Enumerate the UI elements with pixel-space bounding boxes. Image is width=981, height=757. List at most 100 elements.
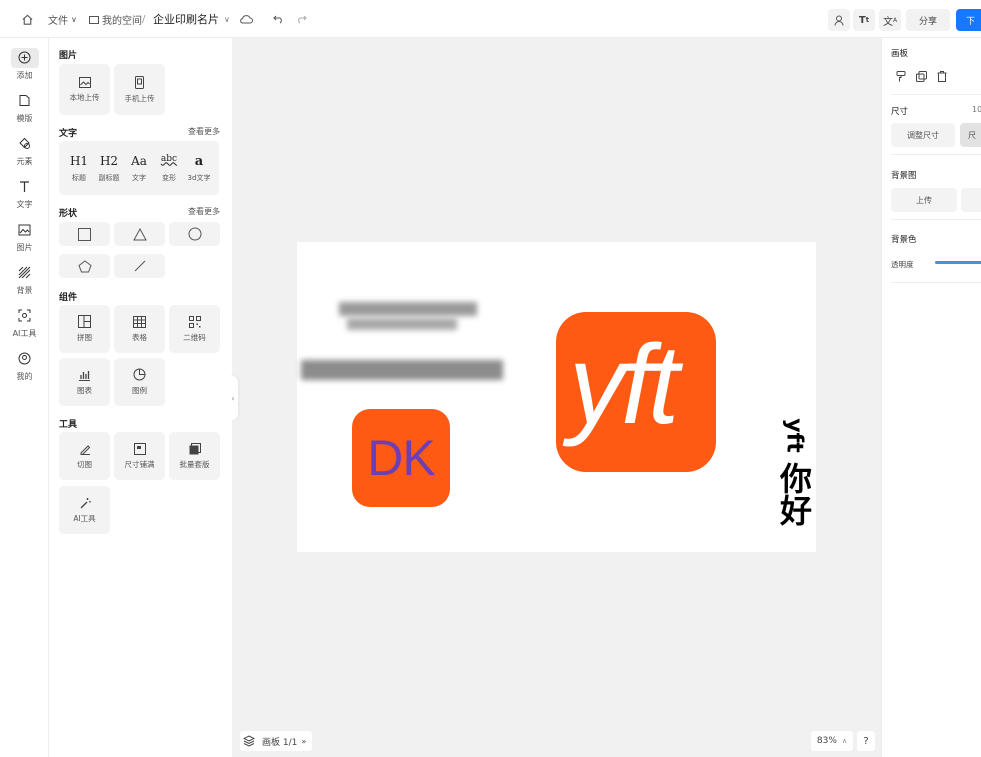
- rail-label: AI工具: [12, 328, 37, 338]
- chevron-down-icon: ∨: [224, 14, 230, 24]
- triangle-shape[interactable]: [114, 222, 165, 246]
- zoom-control[interactable]: 83% ∧: [811, 731, 853, 751]
- fit-size-button[interactable]: 尺寸铺满: [114, 432, 165, 480]
- section-title-tool: 工具: [59, 420, 78, 430]
- text-preset-subheading[interactable]: H2 副标题: [94, 141, 124, 195]
- background-icon: [11, 263, 39, 283]
- size-option-button[interactable]: 尺: [960, 123, 981, 147]
- opacity-slider[interactable]: [935, 261, 981, 264]
- chevron-down-icon: ∨: [71, 14, 77, 24]
- rail-label: 添加: [16, 70, 33, 80]
- qrcode-button[interactable]: 二维码: [169, 305, 220, 353]
- artboard[interactable]: DK yft yft 你好: [297, 242, 816, 552]
- see-more-shape-link[interactable]: 查看更多: [188, 206, 220, 217]
- doc-title[interactable]: 企业印刷名片 ∨: [153, 0, 230, 38]
- tile-label: 二维码: [183, 332, 206, 342]
- vertical-latin-text: yft: [781, 417, 807, 453]
- rail-item-add[interactable]: 添加: [0, 44, 49, 84]
- chart-button[interactable]: 图表: [59, 358, 110, 406]
- text-preset-body[interactable]: Aa 文字: [124, 141, 154, 195]
- size-value: 10: [972, 105, 981, 114]
- see-more-text-link[interactable]: 查看更多: [188, 126, 220, 137]
- rail-item-template[interactable]: 模版: [0, 87, 49, 127]
- file-menu[interactable]: 文件 ∨: [48, 0, 77, 38]
- rail-item-elements[interactable]: 元素: [0, 130, 49, 170]
- size-title: 尺寸: [891, 107, 909, 117]
- background-option-button[interactable]: [961, 188, 981, 212]
- circle-shape[interactable]: [169, 222, 220, 246]
- legend-button[interactable]: 图例: [114, 358, 165, 406]
- text-icon: [11, 177, 39, 197]
- top-bar: 文件 ∨ 我的空间 / 企业印刷名片 ∨ Tt 文A 分享 下: [0, 0, 981, 38]
- my-space-link[interactable]: 我的空间: [89, 0, 142, 38]
- tile-label: 手机上传: [124, 93, 155, 103]
- rail-item-background[interactable]: 背景: [0, 259, 49, 299]
- layers-icon: [243, 735, 255, 747]
- yft-logo[interactable]: yft: [556, 312, 716, 472]
- collapse-panel-handle[interactable]: ‹: [228, 376, 238, 420]
- redo-icon[interactable]: [296, 0, 307, 38]
- table-button[interactable]: 表格: [114, 305, 165, 353]
- rail-item-text[interactable]: 文字: [0, 173, 49, 213]
- cloud-save-icon[interactable]: [239, 0, 253, 38]
- doc-title-label: 企业印刷名片: [153, 13, 219, 26]
- vertical-text[interactable]: yft 你好: [775, 410, 813, 546]
- format-painter-icon[interactable]: [896, 71, 906, 85]
- adjust-size-button[interactable]: 调整尺寸: [891, 123, 955, 147]
- delete-icon[interactable]: [937, 71, 947, 85]
- warp-glyph: abc: [160, 153, 178, 164]
- rail-item-ai[interactable]: AI工具: [0, 302, 49, 342]
- dk-logo[interactable]: DK: [352, 409, 450, 507]
- line-shape[interactable]: [114, 254, 165, 278]
- undo-icon[interactable]: [273, 0, 284, 38]
- 3d-glyph: a: [194, 153, 204, 169]
- local-upload-icon: [78, 76, 91, 88]
- phone-upload-button[interactable]: 手机上传: [114, 64, 165, 115]
- local-upload-button[interactable]: 本地上传: [59, 64, 110, 115]
- rail-label: 图片: [16, 242, 33, 252]
- copy-icon[interactable]: [916, 71, 927, 85]
- tile-label: 图例: [132, 386, 147, 395]
- batch-template-button[interactable]: 批量套版: [169, 432, 220, 480]
- dk-logo-text: DK: [367, 430, 435, 486]
- yft-logo-text: yft: [569, 322, 679, 447]
- rail-item-mine[interactable]: 我的: [0, 345, 49, 385]
- help-button[interactable]: ?: [857, 731, 875, 751]
- tile-label: 批量套版: [179, 459, 210, 469]
- text-preset-3d[interactable]: a 3d文字: [184, 141, 214, 195]
- text-format-icon[interactable]: Tt: [853, 9, 875, 31]
- text-preset-warp[interactable]: abc 变形: [154, 141, 184, 195]
- puzzle-layout-button[interactable]: 拼图: [59, 305, 110, 353]
- properties-panel: 画板 尺寸 10 调整尺寸 尺 背景图 上传 背景色 透明度: [881, 38, 981, 757]
- user-icon[interactable]: [828, 9, 850, 31]
- page-indicator[interactable]: 画板 1/1 »: [240, 731, 313, 751]
- tile-label: 尺寸铺满: [124, 459, 155, 469]
- blurred-text-line-2[interactable]: [347, 318, 457, 330]
- rail-label: 背景: [16, 285, 33, 295]
- pentagon-shape[interactable]: [59, 254, 110, 278]
- download-button[interactable]: 下: [956, 9, 981, 31]
- share-button[interactable]: 分享: [906, 9, 950, 31]
- text-preset-heading[interactable]: H1 标题: [64, 141, 94, 195]
- rail-item-image[interactable]: 图片: [0, 216, 49, 256]
- text-presets: H1 标题 H2 副标题 Aa 文字 abc 变形 a 3d文字: [59, 141, 219, 195]
- ai-tools-button[interactable]: AI工具: [59, 486, 110, 534]
- section-title-shape: 形状: [59, 209, 78, 219]
- canvas-workspace[interactable]: DK yft yft 你好: [232, 38, 881, 757]
- rectangle-shape[interactable]: [59, 222, 110, 246]
- blurred-text-line-3[interactable]: [301, 360, 503, 380]
- background-color-title: 背景色: [891, 235, 917, 245]
- table-icon: [133, 315, 146, 328]
- slice-button[interactable]: 切图: [59, 432, 110, 480]
- blurred-text-line-1[interactable]: [339, 302, 477, 316]
- vertical-cjk-text: 你好: [775, 462, 813, 526]
- template-icon: [11, 91, 39, 111]
- tile-label: 拼图: [77, 333, 92, 342]
- home-icon[interactable]: [21, 0, 34, 38]
- tile-label: 表格: [132, 332, 147, 342]
- batch-icon: [189, 442, 201, 454]
- tile-label: 切图: [77, 459, 92, 469]
- upload-background-button[interactable]: 上传: [891, 188, 957, 212]
- translate-icon[interactable]: 文A: [879, 9, 901, 31]
- section-title-text: 文字: [59, 129, 78, 139]
